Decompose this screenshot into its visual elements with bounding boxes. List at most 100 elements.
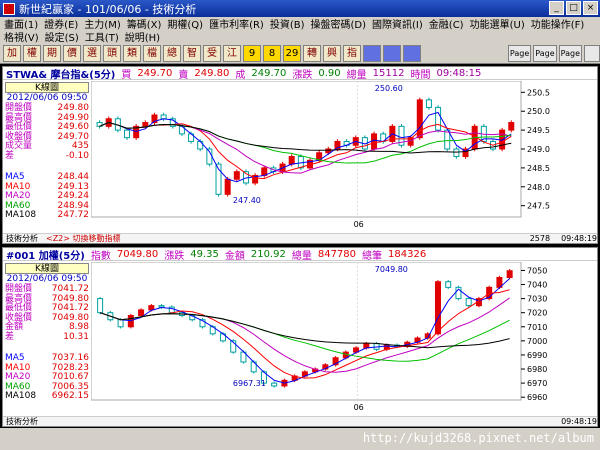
quote-row: 差 -0.10 [5,151,89,162]
panel-footer: 技術分析 <Z2> 切換移動指標 2578 09:48:19 [3,233,597,243]
toolbar-button-16[interactable]: 興 [323,44,341,62]
toolbar-button-14[interactable]: 29 [283,44,301,62]
symbol-label: STWA& 摩台指&(5分) [6,69,116,81]
candlestick-chart[interactable]: 250.5 250.0 249.5 249.0 248.5 248.0 247.5 06 250… [91,81,561,231]
row-value: 10.31 [63,331,89,342]
chart-panel-index: #001 加權(5分) 指數 7049.80 漲跌 49.35 金額 210.92 總… [2,247,598,427]
menu-item-row1-6[interactable]: 投資(B) [270,16,305,31]
candle-body [158,305,165,308]
toolbar-button-5[interactable]: 頭 [103,44,121,62]
toolbar-button-15[interactable]: 轉 [303,44,321,62]
low-mark-label: 247.40 [233,196,261,205]
panel-header: STWA& 摩台指&(5分) 買 249.70 賣 249.80 成 249.70 漲… [3,67,597,81]
menu-item-row2-1[interactable]: 設定(S) [45,29,79,44]
toolbar-button-12[interactable]: 9 [243,44,261,62]
row-label: MA108 [5,210,37,220]
y-tick-label: 249.5 [527,126,550,135]
toolbar-button-10[interactable]: 受 [203,44,221,62]
ma-row: MA108 6962.15 [5,391,89,402]
candle-body [142,122,149,127]
candle-body [160,114,167,120]
menu-item-row2-0[interactable]: 格視(V) [4,29,39,44]
candlestick-chart[interactable]: 7050 7040 7030 7020 7010 7000 6990 6980 6970 6960… [91,262,561,414]
page-button-3[interactable] [584,44,600,62]
watermark-text: http://kujd3268.pixnet.net/album [362,431,594,445]
page-button-1[interactable]: Page [533,44,557,62]
time-value: 09:48:15 [436,67,482,79]
y-tick-label: 7010 [527,323,547,332]
menu-item-row2-3[interactable]: 說明(H) [125,29,160,44]
panel-footer: 技術分析 09:48:19 [3,416,597,426]
page-button-0[interactable]: Page [507,44,532,62]
page-button-2[interactable]: Page [558,44,582,62]
count-value: 184326 [388,248,427,260]
toolbar-button-13[interactable]: 8 [263,44,281,62]
menu-item-row2-2[interactable]: 工具(T) [85,29,119,44]
y-tick-label: 6970 [527,379,547,388]
toolbar-button-0[interactable]: 加 [3,44,21,62]
maximize-button[interactable]: □ [566,1,581,15]
toolbar-button-6[interactable]: 類 [123,44,141,62]
y-tick-label: 6990 [527,351,547,360]
deal-value: 249.70 [251,67,287,79]
row-value: 6962.15 [51,391,89,401]
high-mark-label: 250.60 [375,84,403,93]
app-icon [3,2,15,15]
toolbar-button-18[interactable] [363,44,381,62]
candle-body [435,106,442,131]
toolbar-button-2[interactable]: 期 [43,44,61,62]
candle-body [138,309,145,317]
y-tick-label: 247.5 [527,202,550,211]
change-value: 0.90 [318,67,341,79]
y-tick-label: 250.5 [527,88,550,97]
close-button[interactable]: × [583,1,598,15]
menu-item-row1-9[interactable]: 金融(C) [429,16,464,31]
volume-value: 847780 [317,248,357,260]
toolbar-button-19[interactable] [383,44,401,62]
toolbar-button-11[interactable]: 江 [223,44,241,62]
candle-body [288,156,295,165]
chart-panel-futures: STWA& 摩台指&(5分) 買 249.70 賣 249.80 成 249.70 漲… [2,66,598,244]
menu-item-row1-7[interactable]: 操盤密碼(D) [311,16,367,31]
bid-value: 249.70 [137,67,173,79]
y-tick-label: 248.5 [527,164,550,173]
candle-body [224,178,231,195]
date-label: 06 [354,403,364,412]
info-box: K線圖 2012/06/06 09:50 開盤價 249.80 最高價 249.90 最… [5,82,89,221]
candle-body [233,171,240,180]
amount-value: 210.92 [250,248,286,260]
minimize-button[interactable]: _ [549,1,564,15]
candle-body [453,148,460,158]
y-tick-label: 7000 [527,337,547,346]
candle-body [117,319,124,328]
toolbar-button-8[interactable]: 總 [163,44,181,62]
row-label: MA108 [5,391,37,401]
k-chart-title: K線圖 [5,82,89,93]
toolbar-button-4[interactable]: 選 [83,44,101,62]
toolbar-button-3[interactable]: 價 [63,44,81,62]
menu-item-row1-10[interactable]: 功能選單(U) [470,16,525,31]
menu-item-row1-11[interactable]: 功能操作(F) [531,16,585,31]
candle-body [325,148,332,154]
menu-bar: 畫面(1) 證券(E) 主力(M) 籌碼(X) 期權(Q) 匯市利率(R) 投資(B) 操盤密… [0,16,600,44]
toolbar-button-1[interactable]: 權 [23,44,41,62]
candle-body [271,382,278,387]
menu-item-row1-8[interactable]: 國際資訊(I) [372,16,423,31]
row-label: 差 [5,331,15,342]
toolbar-button-20[interactable] [403,44,421,62]
low-mark-label: 6967.31 [233,379,266,388]
k-chart-title: K線圖 [5,263,89,274]
toolbar-button-17[interactable]: 指 [343,44,361,62]
high-mark-label: 7049.80 [375,265,408,274]
menu-item-row1-5[interactable]: 匯市利率(R) [209,16,264,31]
toolbar-button-9[interactable]: 智 [183,44,201,62]
y-tick-label: 6980 [527,365,547,374]
y-tick-label: 7040 [527,281,547,290]
ma-row: MA108 247.72 [5,210,89,221]
symbol-label: #001 加權(5分) [6,250,85,262]
menu-item-row1-4[interactable]: 期權(Q) [167,16,203,31]
volume-value: 15112 [372,67,405,79]
toolbar: 加權期價選頭類檔總智受江 9 8 29 轉興指 Page Page Page [0,43,600,64]
toolbar-button-7[interactable]: 檔 [143,44,161,62]
y-tick-label: 6960 [527,393,547,402]
